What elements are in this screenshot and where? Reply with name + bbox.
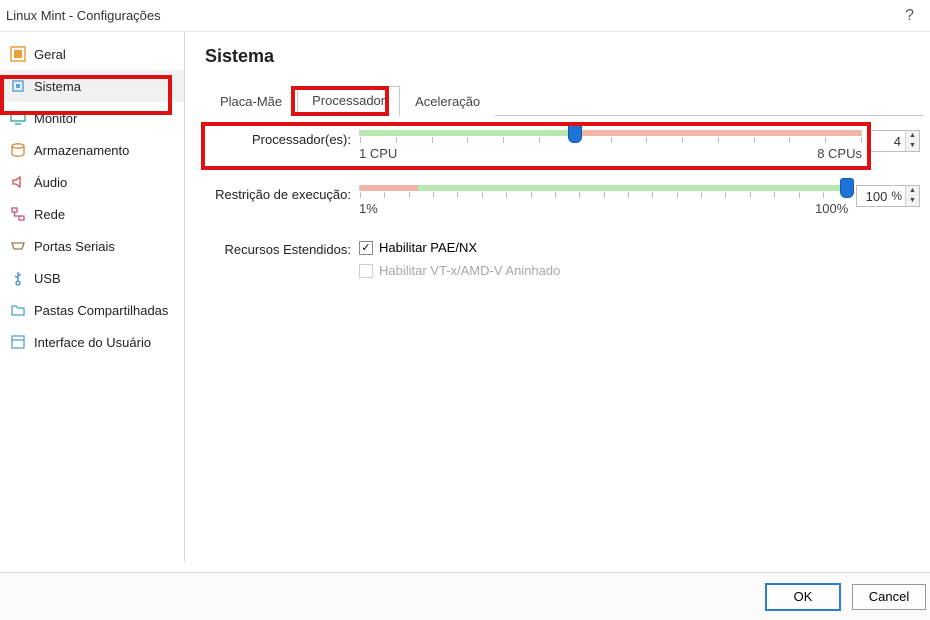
sidebar-item-display[interactable]: Monitor — [0, 102, 184, 134]
sidebar-item-system[interactable]: Sistema — [0, 70, 184, 102]
execcap-row: Restrição de execução: 1% 100% — [209, 185, 920, 216]
spin-down-icon[interactable]: ▼ — [906, 141, 919, 151]
sidebar-item-label: Portas Seriais — [34, 239, 115, 254]
execcap-suffix: % — [891, 189, 905, 203]
processor-spin[interactable]: ▲▼ — [870, 130, 920, 152]
tab-acceleration[interactable]: Aceleração — [400, 87, 495, 116]
help-button[interactable]: ? — [899, 7, 920, 25]
sidebar-item-network[interactable]: Rede — [0, 198, 184, 230]
titlebar: Linux Mint - Configurações ? — [0, 0, 930, 32]
sidebar-item-label: USB — [34, 271, 61, 286]
network-icon — [10, 206, 26, 222]
processor-row: Processador(es): 1 CPU 8 CPUs — [209, 130, 920, 161]
sidebar-item-usb[interactable]: USB — [0, 262, 184, 294]
sidebar-item-audio[interactable]: Áudio — [0, 166, 184, 198]
usb-icon — [10, 270, 26, 286]
audio-icon — [10, 174, 26, 190]
storage-icon — [10, 142, 26, 158]
execcap-min-label: 1% — [359, 201, 378, 216]
processor-slider[interactable]: 1 CPU 8 CPUs — [359, 130, 862, 161]
processor-max-label: 8 CPUs — [817, 146, 862, 161]
sidebar-item-label: Interface do Usuário — [34, 335, 151, 350]
execcap-label: Restrição de execução: — [209, 185, 359, 202]
sidebar-item-label: Pastas Compartilhadas — [34, 303, 168, 318]
nested-label: Habilitar VT-x/AMD-V Aninhado — [379, 263, 560, 278]
processor-min-label: 1 CPU — [359, 146, 397, 161]
extended-label: Recursos Estendidos: — [209, 240, 359, 257]
page-title: Sistema — [205, 46, 924, 67]
general-icon — [10, 46, 26, 62]
sidebar-item-serial[interactable]: Portas Seriais — [0, 230, 184, 262]
tab-bar: Placa-Mãe Processador Aceleração — [205, 85, 924, 116]
sidebar-item-label: Geral — [34, 47, 66, 62]
execcap-max-label: 100% — [815, 201, 848, 216]
main-panel: Sistema Placa-Mãe Processador Aceleração… — [185, 32, 930, 562]
extended-row: Recursos Estendidos: ✓ Habilitar PAE/NX … — [209, 240, 920, 286]
nested-checkbox-row: Habilitar VT-x/AMD-V Aninhado — [359, 263, 560, 278]
pae-label: Habilitar PAE/NX — [379, 240, 477, 255]
execcap-spin[interactable]: % ▲▼ — [856, 185, 920, 207]
slider-handle[interactable] — [840, 178, 854, 198]
execcap-slider[interactable]: 1% 100% — [359, 185, 848, 216]
processor-label: Processador(es): — [209, 130, 359, 147]
tab-processor[interactable]: Processador — [297, 86, 400, 116]
sidebar-item-label: Sistema — [34, 79, 81, 94]
sidebar-item-label: Áudio — [34, 175, 67, 190]
execcap-value-input[interactable] — [857, 189, 891, 204]
tab-motherboard[interactable]: Placa-Mãe — [205, 87, 297, 116]
sidebar: Geral Sistema Monitor Armazenamento Áudi… — [0, 32, 185, 562]
ui-icon — [10, 334, 26, 350]
sidebar-item-label: Armazenamento — [34, 143, 129, 158]
dialog-footer: OK Cancel — [0, 572, 930, 620]
chip-icon — [10, 78, 26, 94]
checkbox-icon[interactable]: ✓ — [359, 241, 373, 255]
spin-up-icon[interactable]: ▲ — [906, 131, 919, 141]
sidebar-item-general[interactable]: Geral — [0, 38, 184, 70]
ok-button[interactable]: OK — [766, 584, 840, 610]
serial-icon — [10, 238, 26, 254]
sidebar-item-label: Monitor — [34, 111, 77, 126]
cancel-button[interactable]: Cancel — [852, 584, 926, 610]
window-title: Linux Mint - Configurações — [6, 8, 899, 23]
sidebar-item-shared[interactable]: Pastas Compartilhadas — [0, 294, 184, 326]
slider-handle[interactable] — [568, 123, 582, 143]
folder-icon — [10, 302, 26, 318]
sidebar-item-ui[interactable]: Interface do Usuário — [0, 326, 184, 358]
display-icon — [10, 110, 26, 126]
pae-checkbox-row[interactable]: ✓ Habilitar PAE/NX — [359, 240, 477, 255]
checkbox-icon — [359, 264, 373, 278]
sidebar-item-label: Rede — [34, 207, 65, 222]
processor-value-input[interactable] — [871, 134, 905, 149]
sidebar-item-storage[interactable]: Armazenamento — [0, 134, 184, 166]
spin-up-icon[interactable]: ▲ — [906, 186, 919, 196]
spin-down-icon[interactable]: ▼ — [906, 196, 919, 206]
